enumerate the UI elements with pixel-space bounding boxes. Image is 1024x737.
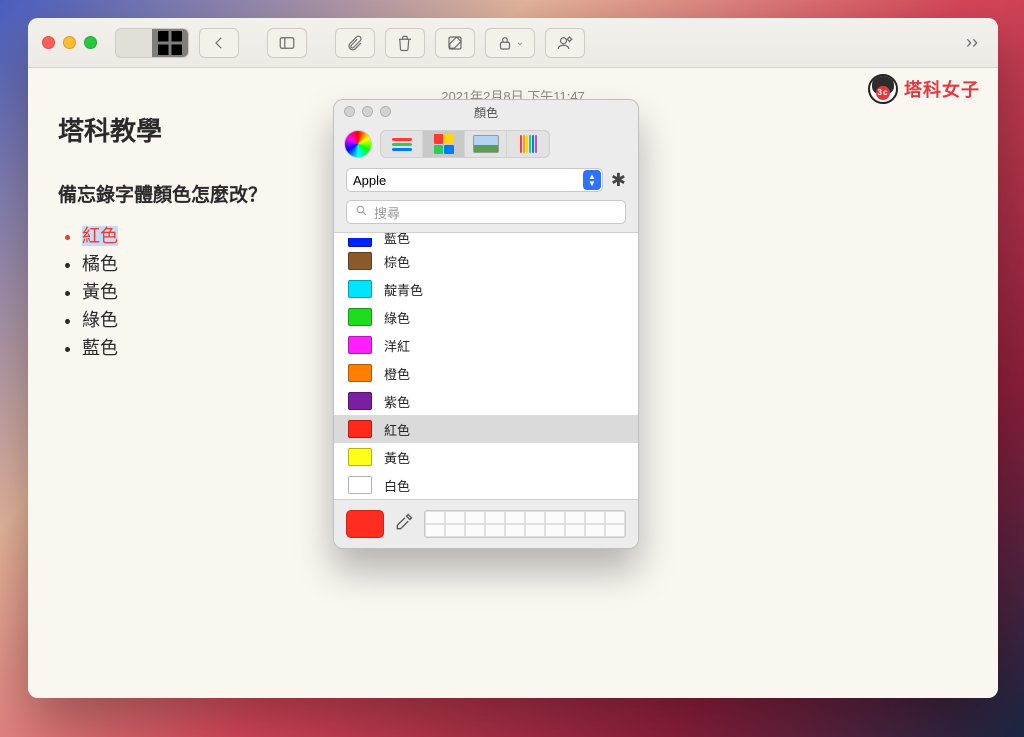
grid-view-button[interactable]	[152, 29, 188, 57]
color-item[interactable]: 紫色	[334, 387, 638, 415]
palette-tab[interactable]	[423, 131, 465, 157]
color-item[interactable]: 綠色	[334, 303, 638, 331]
color-item[interactable]: 棕色	[334, 247, 638, 275]
panel-close-button[interactable]	[344, 106, 355, 117]
palette-select-row: Apple ▲▼ ✱	[334, 168, 638, 200]
sliders-tab[interactable]	[381, 131, 423, 157]
color-bottom-row	[334, 500, 638, 548]
delete-button[interactable]	[385, 28, 425, 58]
search-icon	[355, 204, 368, 220]
collaborate-button[interactable]	[545, 28, 585, 58]
panel-zoom-button[interactable]	[380, 106, 391, 117]
watermark-text: 塔科女子	[904, 76, 980, 102]
minimize-button[interactable]	[63, 36, 76, 49]
list-view-button[interactable]	[116, 29, 152, 57]
notes-titlebar: ⌄ ››	[28, 18, 998, 68]
select-arrows-icon: ▲▼	[583, 170, 601, 190]
compose-button[interactable]	[435, 28, 475, 58]
close-button[interactable]	[42, 36, 55, 49]
color-list[interactable]: 藍色 棕色 靛青色 綠色 洋紅 橙色 紫色 紅色 黃色 白色	[334, 232, 638, 500]
color-item[interactable]: 黃色	[334, 443, 638, 471]
search-placeholder: 搜尋	[374, 203, 400, 222]
panel-minimize-button[interactable]	[362, 106, 373, 117]
sidebar-toggle-button[interactable]	[267, 28, 307, 58]
zoom-button[interactable]	[84, 36, 97, 49]
back-button[interactable]	[199, 28, 239, 58]
palette-select-value: Apple	[353, 173, 386, 188]
color-item[interactable]: 洋紅	[334, 331, 638, 359]
watermark: 塔科女子	[868, 74, 980, 104]
color-mode-tabs	[380, 130, 550, 158]
color-panel-titlebar: 顏色	[334, 100, 638, 124]
traffic-lights	[42, 36, 97, 49]
color-item-selected[interactable]: 紅色	[334, 415, 638, 443]
eyedropper-icon[interactable]	[394, 512, 414, 537]
color-wells[interactable]	[424, 510, 626, 538]
image-tab[interactable]	[465, 131, 507, 157]
view-mode-segment	[115, 28, 189, 58]
lock-button[interactable]: ⌄	[485, 28, 535, 58]
color-panel-title: 顏色	[474, 104, 498, 121]
attach-button[interactable]	[335, 28, 375, 58]
palette-select[interactable]: Apple ▲▼	[346, 168, 603, 192]
current-color-swatch[interactable]	[346, 510, 384, 538]
color-search-input[interactable]: 搜尋	[346, 200, 626, 224]
gear-icon[interactable]: ✱	[611, 170, 626, 191]
overflow-button[interactable]: ››	[960, 32, 984, 53]
color-mode-row	[334, 124, 638, 168]
watermark-avatar	[868, 74, 898, 104]
color-item[interactable]: 橙色	[334, 359, 638, 387]
color-item[interactable]: 白色	[334, 471, 638, 499]
color-item[interactable]: 靛青色	[334, 275, 638, 303]
color-wheel-icon[interactable]	[344, 130, 372, 158]
color-item[interactable]: 藍色	[334, 233, 638, 247]
color-panel: 顏色 Apple ▲▼ ✱ 搜尋	[333, 99, 639, 549]
pencils-tab[interactable]	[507, 131, 549, 157]
